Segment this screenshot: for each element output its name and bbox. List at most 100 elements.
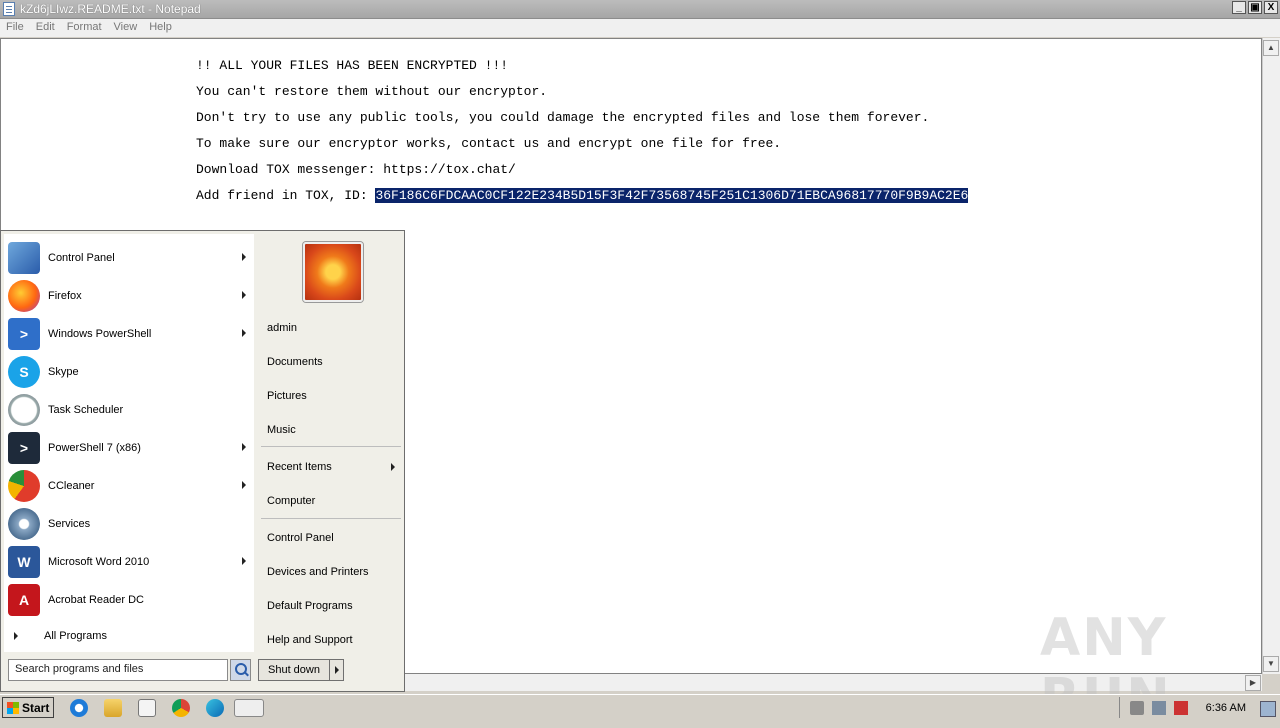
program-label: Windows PowerShell	[48, 328, 152, 340]
program-word[interactable]: W Microsoft Word 2010	[8, 544, 252, 580]
divider	[261, 446, 401, 447]
powershell7-icon: >	[8, 432, 40, 464]
program-label: Task Scheduler	[48, 404, 124, 416]
menu-bar: File Edit Format View Help	[0, 19, 1280, 37]
submenu-arrow-icon	[242, 557, 246, 565]
clock-icon	[8, 394, 40, 426]
system-tray: 6:36 AM	[1119, 697, 1280, 718]
program-task-scheduler[interactable]: Task Scheduler	[8, 392, 252, 428]
program-acrobat[interactable]: A Acrobat Reader DC	[8, 582, 252, 618]
selected-id-text[interactable]: 36F186C6FDCAAC0CF122E234B5D15F3F42F73568…	[375, 188, 969, 203]
program-ccleaner[interactable]: CCleaner	[8, 468, 252, 504]
start-label: Start	[22, 700, 50, 715]
chrome-icon[interactable]	[172, 699, 190, 717]
explorer-folder-icon[interactable]	[104, 699, 122, 717]
close-button[interactable]: X	[1264, 1, 1278, 14]
place-documents[interactable]: Documents	[267, 356, 323, 368]
user-avatar[interactable]	[303, 242, 363, 302]
start-menu: Control Panel Firefox > Windows PowerShe…	[0, 230, 405, 692]
restore-button[interactable]: ▣	[1248, 1, 1262, 14]
taskbar: Start 6:36 AM	[0, 694, 1280, 720]
place-help-support[interactable]: Help and Support	[267, 634, 353, 646]
program-label: Services	[48, 518, 91, 530]
menu-edit[interactable]: Edit	[30, 19, 61, 37]
text-line: You can't restore them without our encry…	[196, 84, 548, 99]
program-control-panel[interactable]: Control Panel	[8, 240, 252, 276]
text-line: !! ALL YOUR FILES HAS BEEN ENCRYPTED !!!	[196, 58, 509, 73]
program-firefox[interactable]: Firefox	[8, 278, 252, 314]
scroll-up-icon[interactable]: ▲	[1263, 40, 1279, 56]
clock[interactable]: 6:36 AM	[1206, 702, 1246, 714]
notepad-taskbar-icon[interactable]	[234, 699, 264, 717]
search-icon[interactable]	[230, 659, 251, 681]
menu-help[interactable]: Help	[143, 19, 178, 37]
programs-pane: Control Panel Firefox > Windows PowerShe…	[4, 234, 254, 652]
program-windows-powershell[interactable]: > Windows PowerShell	[8, 316, 252, 352]
media-player-icon[interactable]	[138, 699, 156, 717]
word-icon: W	[8, 546, 40, 578]
divider	[261, 518, 401, 519]
skype-icon: S	[8, 356, 40, 388]
text-line: Don't try to use any public tools, you c…	[196, 110, 930, 125]
window-title: kZd6jLIwz.README.txt - Notepad	[20, 2, 201, 16]
submenu-arrow-icon	[242, 329, 246, 337]
program-label: PowerShell 7 (x86)	[48, 442, 141, 454]
places-pane: admin Documents Pictures Music Recent It…	[257, 234, 403, 654]
menu-format[interactable]: Format	[61, 19, 108, 37]
shutdown-label: Shut down	[268, 664, 320, 676]
program-label: CCleaner	[48, 480, 95, 492]
title-bar: kZd6jLIwz.README.txt - Notepad _ ▣ X	[0, 0, 1280, 19]
menu-view[interactable]: View	[108, 19, 144, 37]
window-controls: _ ▣ X	[1232, 1, 1278, 14]
ccleaner-icon	[8, 470, 40, 502]
start-button[interactable]: Start	[2, 697, 54, 718]
place-default-programs[interactable]: Default Programs	[267, 600, 353, 612]
program-label: Acrobat Reader DC	[48, 594, 144, 606]
program-label: Control Panel	[48, 252, 115, 264]
id-prefix: Add friend in TOX, ID:	[196, 188, 376, 203]
internet-explorer-icon[interactable]	[70, 699, 88, 717]
document-text: !! ALL YOUR FILES HAS BEEN ENCRYPTED !!!…	[196, 53, 969, 209]
all-programs-label: All Programs	[44, 630, 107, 642]
edge-icon[interactable]	[206, 699, 224, 717]
place-devices-printers[interactable]: Devices and Printers	[267, 566, 369, 578]
program-services[interactable]: Services	[8, 506, 252, 542]
program-label: Firefox	[48, 290, 82, 302]
show-desktop-icon[interactable]	[1260, 701, 1276, 717]
action-center-icon[interactable]	[1174, 701, 1188, 715]
text-line-id: Add friend in TOX, ID: 36F186C6FDCAAC0CF…	[196, 183, 969, 209]
shutdown-button[interactable]: Shut down	[258, 659, 344, 681]
place-pictures[interactable]: Pictures	[267, 390, 307, 402]
all-programs-arrow-icon	[14, 632, 18, 640]
vertical-scrollbar[interactable]: ▲ ▼	[1262, 38, 1280, 674]
acrobat-icon: A	[8, 584, 40, 616]
submenu-arrow-icon	[391, 463, 395, 471]
powershell-icon: >	[8, 318, 40, 350]
volume-icon[interactable]	[1130, 701, 1144, 715]
recent-items-label: Recent Items	[267, 461, 332, 473]
gears-icon	[8, 508, 40, 540]
text-line: To make sure our encryptor works, contac…	[196, 136, 782, 151]
place-recent-items[interactable]: Recent Items	[267, 461, 403, 473]
program-label: Microsoft Word 2010	[48, 556, 150, 568]
control-panel-icon	[8, 242, 40, 274]
notepad-icon	[3, 2, 15, 16]
all-programs-button[interactable]: All Programs	[4, 623, 254, 649]
search-input[interactable]: Search programs and files	[8, 659, 228, 681]
place-music[interactable]: Music	[267, 424, 296, 436]
place-computer[interactable]: Computer	[267, 495, 315, 507]
firefox-icon	[8, 280, 40, 312]
shutdown-options-icon[interactable]	[328, 660, 343, 680]
minimize-button[interactable]: _	[1232, 1, 1246, 14]
program-powershell7[interactable]: > PowerShell 7 (x86)	[8, 430, 252, 466]
menu-file[interactable]: File	[0, 19, 30, 37]
submenu-arrow-icon	[242, 481, 246, 489]
place-admin[interactable]: admin	[267, 322, 297, 334]
program-skype[interactable]: S Skype	[8, 354, 252, 390]
place-control-panel[interactable]: Control Panel	[267, 532, 334, 544]
text-line: Download TOX messenger: https://tox.chat…	[196, 162, 516, 177]
windows-logo-icon	[7, 701, 19, 714]
submenu-arrow-icon	[242, 253, 246, 261]
network-icon[interactable]	[1152, 701, 1166, 715]
submenu-arrow-icon	[242, 291, 246, 299]
